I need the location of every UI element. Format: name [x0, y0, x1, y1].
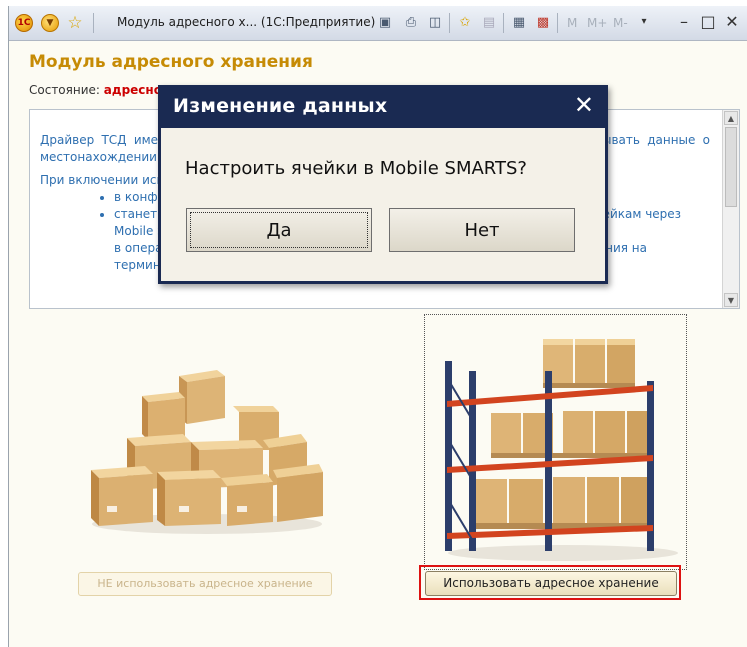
dialog-body: Настроить ячейки в Mobile SMARTS? Да Нет	[161, 128, 605, 281]
preview-icon[interactable]: ◫	[425, 13, 445, 33]
main-menu-dropdown-icon[interactable]: ▼	[41, 14, 59, 32]
calculator-icon[interactable]: ▦	[509, 13, 529, 33]
confirm-dialog: Изменение данных ✕ Настроить ячейки в Mo…	[158, 85, 608, 284]
window-title: Модуль адресного х... (1С:Предприятие)	[117, 15, 376, 29]
scroll-down-icon[interactable]: ▼	[724, 293, 738, 307]
app-logo-icon[interactable]: 1С	[15, 14, 33, 32]
calendar-icon[interactable]: ▩	[533, 13, 553, 33]
state-line: Состояние: адресно	[29, 83, 162, 97]
window-menu-icon[interactable]: ▾	[635, 16, 653, 27]
toolbar-separator	[449, 13, 450, 33]
dialog-no-button[interactable]: Нет	[389, 208, 575, 252]
boxes-picture	[91, 370, 323, 534]
favorites-star-icon[interactable]: ☆	[66, 14, 84, 32]
rack-picture	[445, 339, 678, 561]
use-address-storage-button[interactable]: Использовать адресное хранение	[425, 571, 677, 596]
close-icon[interactable]: ✕	[723, 12, 741, 31]
page-title: Модуль адресного хранения	[29, 52, 313, 72]
memory-plus-button[interactable]: M+	[587, 14, 607, 32]
toolbar-separator	[93, 13, 94, 33]
notes-icon[interactable]: ▤	[479, 13, 499, 33]
maximize-icon[interactable]: □	[699, 12, 717, 31]
rack-picture-frame[interactable]	[424, 314, 687, 570]
toolbar-separator	[557, 13, 558, 33]
memory-minus-button[interactable]: M-	[613, 14, 628, 32]
state-value: адресно	[103, 83, 162, 97]
dialog-close-icon[interactable]: ✕	[574, 91, 594, 119]
save-icon[interactable]: ▣	[375, 13, 395, 33]
dialog-yes-button[interactable]: Да	[186, 208, 372, 252]
state-label: Состояние:	[29, 83, 100, 97]
add-favorite-icon[interactable]: ✩	[455, 13, 475, 33]
dialog-question: Настроить ячейки в Mobile SMARTS?	[185, 158, 527, 179]
not-use-address-storage-button[interactable]: НЕ использовать адресное хранение	[78, 572, 332, 596]
print-icon[interactable]: ⎙	[401, 13, 421, 33]
memory-m-button[interactable]: M	[567, 14, 577, 32]
scroll-up-icon[interactable]: ▲	[724, 111, 738, 125]
scroll-thumb[interactable]	[725, 127, 737, 207]
dialog-title: Изменение данных	[173, 95, 388, 117]
vertical-scrollbar[interactable]: ▲ ▼	[722, 110, 739, 308]
toolbar-separator	[503, 13, 504, 33]
minimize-icon[interactable]: –	[675, 12, 693, 31]
window-titlebar: 1С ▼ ☆ Модуль адресного х... (1С:Предпри…	[9, 6, 747, 41]
